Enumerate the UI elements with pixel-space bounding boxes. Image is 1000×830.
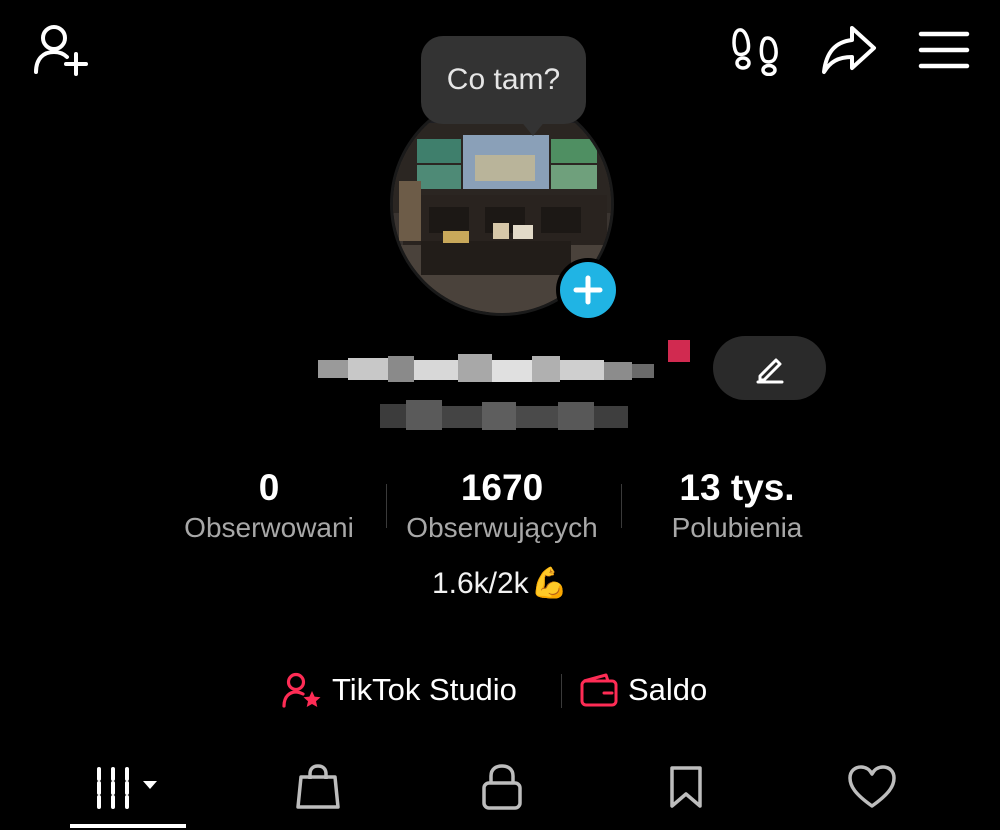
tiktok-studio-label: TikTok Studio	[332, 672, 517, 707]
tab-liked[interactable]	[840, 760, 904, 814]
creator-star-icon	[282, 672, 321, 708]
tab-private[interactable]	[472, 760, 532, 814]
status-bubble-tail	[520, 120, 546, 136]
links-divider	[561, 674, 562, 708]
following-label: Obserwowani	[184, 512, 354, 543]
tab-videos[interactable]	[70, 760, 186, 814]
share-button[interactable]	[820, 24, 878, 76]
wallet-icon	[580, 673, 618, 707]
tab-shop[interactable]	[288, 760, 348, 814]
flexed-biceps-emoji: 💪	[530, 567, 569, 600]
grid-bars-icon	[97, 767, 157, 809]
share-arrow-icon	[822, 26, 876, 74]
lock-icon	[482, 764, 522, 810]
handle-redacted	[380, 400, 628, 432]
tiktok-studio-link[interactable]: TikTok Studio	[282, 668, 517, 712]
verified-mark-redacted	[668, 340, 690, 362]
following-stat[interactable]: 0 Obserwowani	[160, 468, 378, 544]
username-redacted	[318, 350, 678, 386]
stats-divider	[386, 484, 387, 528]
footprints-icon	[732, 28, 778, 76]
bio-text: 1.6k/2k	[431, 566, 529, 600]
likes-stat[interactable]: 13 tys. Polubienia	[632, 468, 842, 544]
edit-profile-button[interactable]	[713, 336, 826, 400]
followers-count: 1670	[460, 467, 544, 508]
balance-link[interactable]: Saldo	[580, 668, 707, 712]
add-story-button[interactable]	[556, 258, 620, 322]
heart-icon	[848, 765, 896, 808]
likes-count: 13 tys.	[679, 467, 795, 508]
bio: 1.6k/2k 💪	[380, 566, 620, 601]
active-tab-indicator	[70, 824, 186, 828]
shopping-bag-icon	[296, 764, 340, 809]
stats-divider	[621, 484, 622, 528]
status-bubble[interactable]: Co tam?	[421, 36, 586, 124]
plus-icon	[573, 275, 603, 305]
followers-stat[interactable]: 1670 Obserwujących	[388, 468, 616, 544]
tab-saved[interactable]	[656, 760, 716, 814]
hamburger-menu-icon	[918, 31, 970, 69]
menu-button[interactable]	[918, 28, 970, 72]
pencil-icon	[756, 358, 783, 384]
balance-label: Saldo	[628, 672, 708, 707]
bookmark-icon	[670, 766, 702, 808]
likes-label: Polubienia	[671, 512, 803, 543]
profile-views-button[interactable]	[730, 24, 782, 76]
add-user-icon	[34, 25, 88, 76]
chevron-down-icon	[143, 781, 157, 789]
status-bubble-text: Co tam?	[446, 63, 561, 96]
followers-label: Obserwujących	[406, 512, 598, 543]
following-count: 0	[258, 467, 280, 508]
add-friend-button[interactable]	[32, 22, 94, 78]
